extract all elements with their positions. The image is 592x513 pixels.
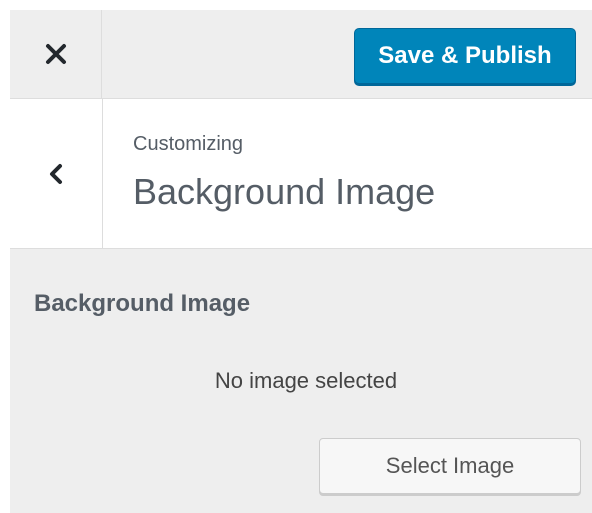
customizer-header: Save & Publish (10, 10, 592, 99)
chevron-left-icon (48, 163, 64, 185)
back-button[interactable] (10, 99, 103, 248)
close-icon (45, 43, 67, 65)
section-header: Customizing Background Image (10, 99, 592, 249)
select-image-button[interactable]: Select Image (319, 438, 581, 494)
control-title: Background Image (34, 290, 251, 317)
section-title: Background Image (133, 171, 436, 212)
no-image-status: No image selected (214, 368, 398, 393)
save-publish-button[interactable]: Save & Publish (354, 28, 576, 84)
close-customizer-button[interactable] (10, 10, 102, 98)
breadcrumb: Customizing (133, 133, 244, 155)
